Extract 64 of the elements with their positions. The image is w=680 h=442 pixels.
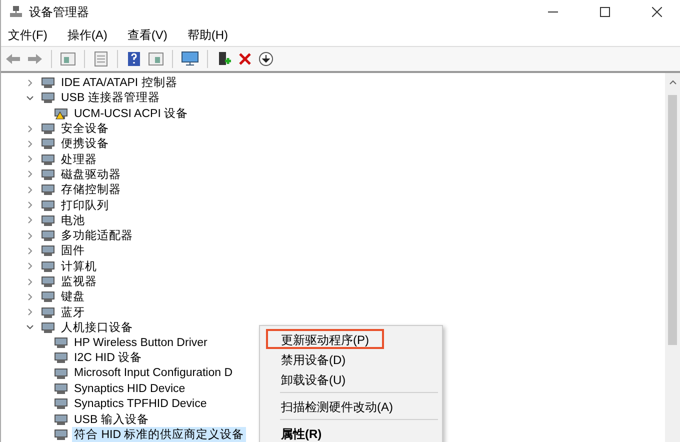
action-pane-button[interactable] (147, 50, 165, 68)
device-icon (41, 320, 55, 334)
device-label[interactable]: Synaptics TPFHID Device (72, 398, 209, 410)
context-menu-item[interactable]: 扫描检测硬件改动(A) (266, 396, 408, 416)
device-label[interactable]: Microsoft Input Configuration D (72, 367, 235, 380)
category-label[interactable]: 键盘 (59, 289, 87, 304)
scrollbar[interactable] (665, 73, 680, 442)
console-tree-button[interactable] (59, 50, 77, 68)
category-label[interactable]: 便携设备 (59, 136, 111, 152)
category-label[interactable]: 多功能适配器 (59, 228, 135, 244)
category-label[interactable]: 蓝牙 (59, 304, 87, 320)
device-label[interactable]: Synaptics HID Device (72, 382, 188, 395)
help-button[interactable] (125, 50, 143, 68)
category-label[interactable]: 磁盘驱动器 (59, 166, 123, 182)
category-label[interactable]: 固件 (59, 243, 87, 258)
device-label[interactable]: USB 输入设备 (72, 412, 151, 427)
device-icon (41, 76, 55, 90)
device-icon (41, 198, 55, 212)
category-label[interactable]: 处理器 (59, 152, 99, 167)
device-manager-icon (9, 5, 23, 19)
device-icon (41, 244, 55, 258)
window-title: 设备管理器 (29, 4, 90, 20)
menu-item[interactable]: 查看(V) (122, 24, 172, 46)
device-icon (41, 260, 55, 273)
maximize-icon[interactable] (600, 7, 610, 17)
device-icon (41, 168, 55, 181)
category-label[interactable]: 计算机 (59, 258, 99, 274)
forward-button[interactable] (26, 51, 44, 67)
menu-item[interactable]: 文件(F) (3, 24, 52, 46)
device-icon (41, 152, 55, 166)
category-label[interactable]: 存储控制器 (59, 182, 123, 198)
menu-item[interactable]: 帮助(H) (182, 24, 233, 46)
menu-item[interactable]: 操作(A) (62, 24, 112, 46)
properties-button[interactable] (92, 50, 110, 68)
device-icon (41, 290, 55, 304)
download-circle-button[interactable] (257, 50, 275, 68)
back-button[interactable] (4, 51, 22, 67)
scroll-up-icon[interactable] (668, 79, 676, 85)
context-menu-item[interactable]: 禁用设备(D) (266, 349, 361, 369)
device-icon (41, 137, 55, 150)
close-icon[interactable] (652, 7, 662, 17)
device-label[interactable]: 符合 HID 标准的供应商定义设备 (72, 426, 246, 442)
device-label[interactable]: HP Wireless Button Driver (72, 336, 210, 349)
device-icon (41, 214, 55, 227)
uninstall-button[interactable] (237, 51, 253, 67)
device-icon (41, 306, 55, 319)
category-label[interactable]: IDE ATA/ATAPI 控制器 (59, 75, 180, 90)
device-icon (41, 275, 55, 288)
category-label[interactable]: 人机接口设备 (59, 320, 135, 335)
category-label[interactable]: 打印队列 (59, 198, 111, 213)
device-icon (41, 91, 55, 104)
context-menu-item[interactable]: 属性(R) (266, 423, 337, 442)
device-icon (41, 229, 55, 242)
category-label[interactable]: 监视器 (59, 274, 99, 289)
category-label[interactable]: 电池 (59, 212, 87, 228)
device-icon (41, 122, 55, 136)
context-menu-item[interactable]: 卸载设备(U) (266, 369, 361, 389)
device-label[interactable]: UCM-UCSI ACPI 设备 (72, 106, 190, 121)
device-icon (41, 183, 55, 196)
category-label[interactable]: USB 连接器管理器 (59, 90, 162, 106)
context-menu-item[interactable]: 更新驱动程序(P) (266, 329, 384, 349)
device-label[interactable]: I2C HID 设备 (72, 350, 144, 366)
monitor-scan-button[interactable] (180, 50, 200, 68)
category-label[interactable]: 安全设备 (59, 121, 111, 136)
